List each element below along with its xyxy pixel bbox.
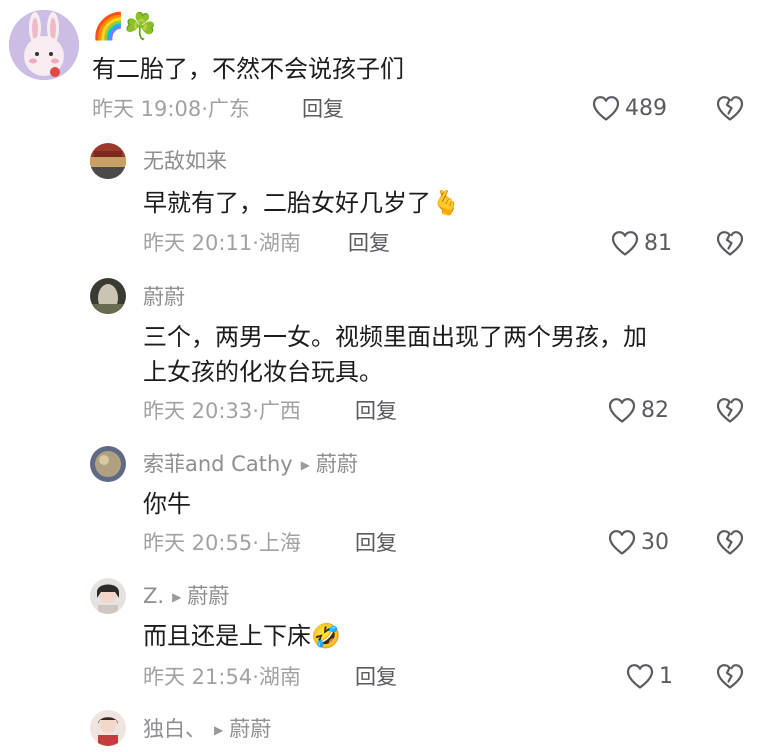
comment-meta: 昨天 20:33·广西 xyxy=(143,399,301,423)
comment-location: 湖南 xyxy=(258,231,301,255)
reply-button[interactable]: 回复 xyxy=(355,664,397,690)
broken-heart-icon[interactable] xyxy=(715,94,745,122)
heart-outline-icon xyxy=(610,229,640,257)
avatar[interactable] xyxy=(90,578,126,614)
play-triangle-icon: ▶ xyxy=(300,458,310,472)
like-count: 489 xyxy=(625,95,667,121)
comment-meta: 昨天 20:55·上海 xyxy=(143,531,301,555)
heart-outline-icon xyxy=(607,528,637,556)
comment-text-line: 三个，两男一女。视频里面出现了两个男孩，加 xyxy=(143,323,647,351)
username[interactable]: 索菲and Cathy ▶ 蔚蔚 xyxy=(143,451,358,480)
comment-time: 昨天 20:55 xyxy=(143,531,253,555)
reply-target[interactable]: 蔚蔚 xyxy=(229,717,271,741)
comment-text-line: 上女孩的化妆台玩具。 xyxy=(143,358,383,386)
username[interactable]: Z. ▶ 蔚蔚 xyxy=(143,583,229,612)
comment-location: 广东 xyxy=(207,97,250,121)
reply-target[interactable]: 蔚蔚 xyxy=(316,452,358,476)
comment-text: 早就有了，二胎女好几岁了🫰 xyxy=(143,189,461,217)
broken-heart-icon[interactable] xyxy=(715,229,745,257)
heart-outline-icon xyxy=(591,94,621,122)
username[interactable]: 独白、 ▶ 蔚蔚 xyxy=(143,716,271,745)
comment-text: 你牛 xyxy=(143,490,191,518)
heart-outline-icon xyxy=(607,396,637,424)
reply-button[interactable]: 回复 xyxy=(355,398,397,424)
like-count: 81 xyxy=(644,230,672,256)
comment-location: 上海 xyxy=(258,531,301,555)
username[interactable]: 🌈☘️ xyxy=(92,14,157,41)
comment-text: 而且还是上下床🤣 xyxy=(143,622,341,650)
username[interactable]: 蔚蔚 xyxy=(143,284,185,310)
like-button[interactable]: 82 xyxy=(607,396,669,424)
avatar[interactable] xyxy=(9,10,79,80)
avatar[interactable] xyxy=(90,143,126,179)
like-button[interactable]: 489 xyxy=(591,94,667,122)
play-triangle-icon: ▶ xyxy=(172,590,182,604)
comment-time: 昨天 19:08 xyxy=(92,97,202,121)
comment-time: 昨天 20:11 xyxy=(143,231,253,255)
like-count: 82 xyxy=(641,397,669,423)
heart-outline-icon xyxy=(625,662,655,690)
reply-target[interactable]: 蔚蔚 xyxy=(187,584,229,608)
like-count: 1 xyxy=(659,663,673,689)
broken-heart-icon[interactable] xyxy=(715,662,745,690)
broken-heart-icon[interactable] xyxy=(715,396,745,424)
comment-text: 有二胎了，不然不会说孩子们 xyxy=(92,55,404,83)
reply-button[interactable]: 回复 xyxy=(348,230,390,256)
reply-button[interactable]: 回复 xyxy=(302,96,344,122)
like-count: 30 xyxy=(641,529,669,555)
like-button[interactable]: 1 xyxy=(625,662,673,690)
comment-meta: 昨天 19:08·广东 xyxy=(92,97,250,121)
like-button[interactable]: 30 xyxy=(607,528,669,556)
avatar[interactable] xyxy=(90,278,126,314)
comment-meta: 昨天 20:11·湖南 xyxy=(143,231,301,255)
avatar[interactable] xyxy=(90,710,126,746)
username[interactable]: 无敌如来 xyxy=(143,148,227,174)
comment-time: 昨天 21:54 xyxy=(143,665,253,689)
like-button[interactable]: 81 xyxy=(610,229,672,257)
comment-time: 昨天 20:33 xyxy=(143,399,253,423)
comment-location: 湖南 xyxy=(258,665,301,689)
comment-meta: 昨天 21:54·湖南 xyxy=(143,665,301,689)
broken-heart-icon[interactable] xyxy=(715,528,745,556)
play-triangle-icon: ▶ xyxy=(214,723,224,737)
reply-button[interactable]: 回复 xyxy=(355,530,397,556)
comment-location: 广西 xyxy=(258,399,301,423)
avatar[interactable] xyxy=(90,446,126,482)
